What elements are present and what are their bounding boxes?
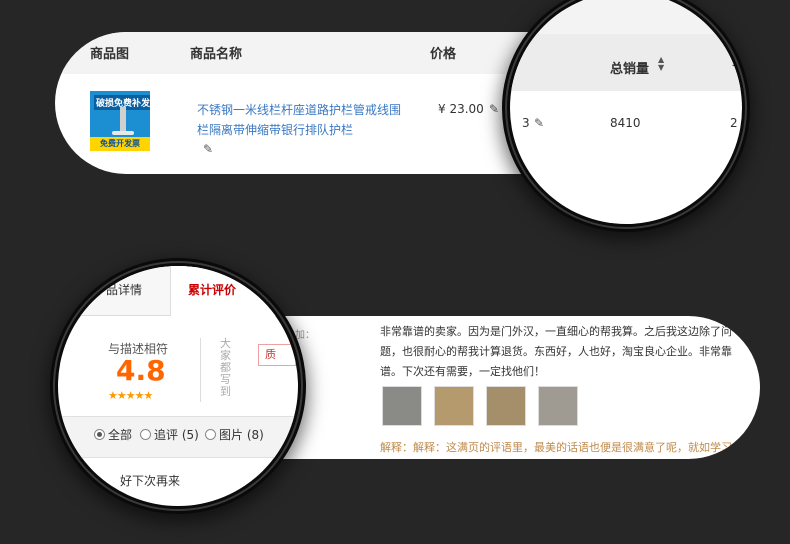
sales-magnifier: 总销量 ▲ ▼ - 3 ✎ 8410 2 — [510, 0, 742, 224]
next-header-partial: - — [732, 58, 737, 73]
rating-magnifier: 品详情 累计评价 与描述相符 4.8 ★★★★★ 大家都写到 质 全部 追评 (… — [58, 266, 298, 506]
tab-reviews[interactable]: 累计评价 — [188, 281, 236, 298]
header-name: 商品名称 — [190, 47, 243, 62]
tab-product-details[interactable]: 品详情 — [106, 281, 142, 298]
filter-appended-label[interactable]: 追评 (5) — [154, 426, 199, 443]
partial-price: 3 — [522, 116, 530, 130]
sort-icon[interactable]: ▲ ▼ — [658, 56, 664, 72]
review-text: 非常靠谱的卖家。因为是门外汉，一直细心的帮我算。之后我这边除了问题，也很耐心的帮… — [380, 325, 732, 378]
header-image: 商品图 — [90, 47, 130, 62]
stanchion-graphic — [120, 107, 126, 133]
star-rating: ★★★★★ — [108, 389, 153, 402]
header-price: 价格 — [430, 47, 457, 62]
pencil-icon[interactable]: ✎ — [534, 116, 544, 130]
product-thumbnail[interactable]: 破损免费补发 免费开发票 — [90, 91, 150, 151]
review-photo[interactable] — [434, 386, 474, 426]
filter-images-radio[interactable] — [205, 429, 216, 440]
review-photo[interactable] — [538, 386, 578, 426]
rating-score: 4.8 — [116, 354, 166, 387]
filter-all-radio[interactable] — [94, 429, 105, 440]
seller-explanation: 解释：解释：这满页的评语里，最美的话语也便是很满意了呢，就如学习 — [380, 441, 732, 454]
filter-all-label[interactable]: 全部 — [108, 426, 132, 443]
product-badge-bottom: 免费开发票 — [90, 137, 150, 151]
filter-appended-radio[interactable] — [140, 429, 151, 440]
stanchion-base — [112, 131, 134, 135]
review-photo[interactable] — [486, 386, 526, 426]
total-sales-header[interactable]: 总销量 — [610, 58, 649, 77]
next-column-partial: 2 — [730, 116, 738, 130]
product-price: ¥ 23.00 — [438, 102, 484, 116]
impression-heading: 大家都写到 — [220, 337, 231, 398]
product-name-link[interactable]: 不锈钢一米线栏杆座道路护栏管戒线围栏隔离带伸缩带银行排队护栏 — [197, 100, 402, 140]
pencil-icon[interactable]: ✎ — [203, 142, 213, 156]
total-sales-value: 8410 — [610, 116, 641, 130]
pencil-icon[interactable]: ✎ — [489, 102, 499, 116]
filter-images-label[interactable]: 图片 (8) — [219, 426, 264, 443]
review-photo[interactable] — [382, 386, 422, 426]
impression-tag[interactable]: 质 — [258, 344, 296, 366]
review-snippet: 好下次再来 — [120, 474, 181, 488]
divider — [200, 338, 201, 402]
